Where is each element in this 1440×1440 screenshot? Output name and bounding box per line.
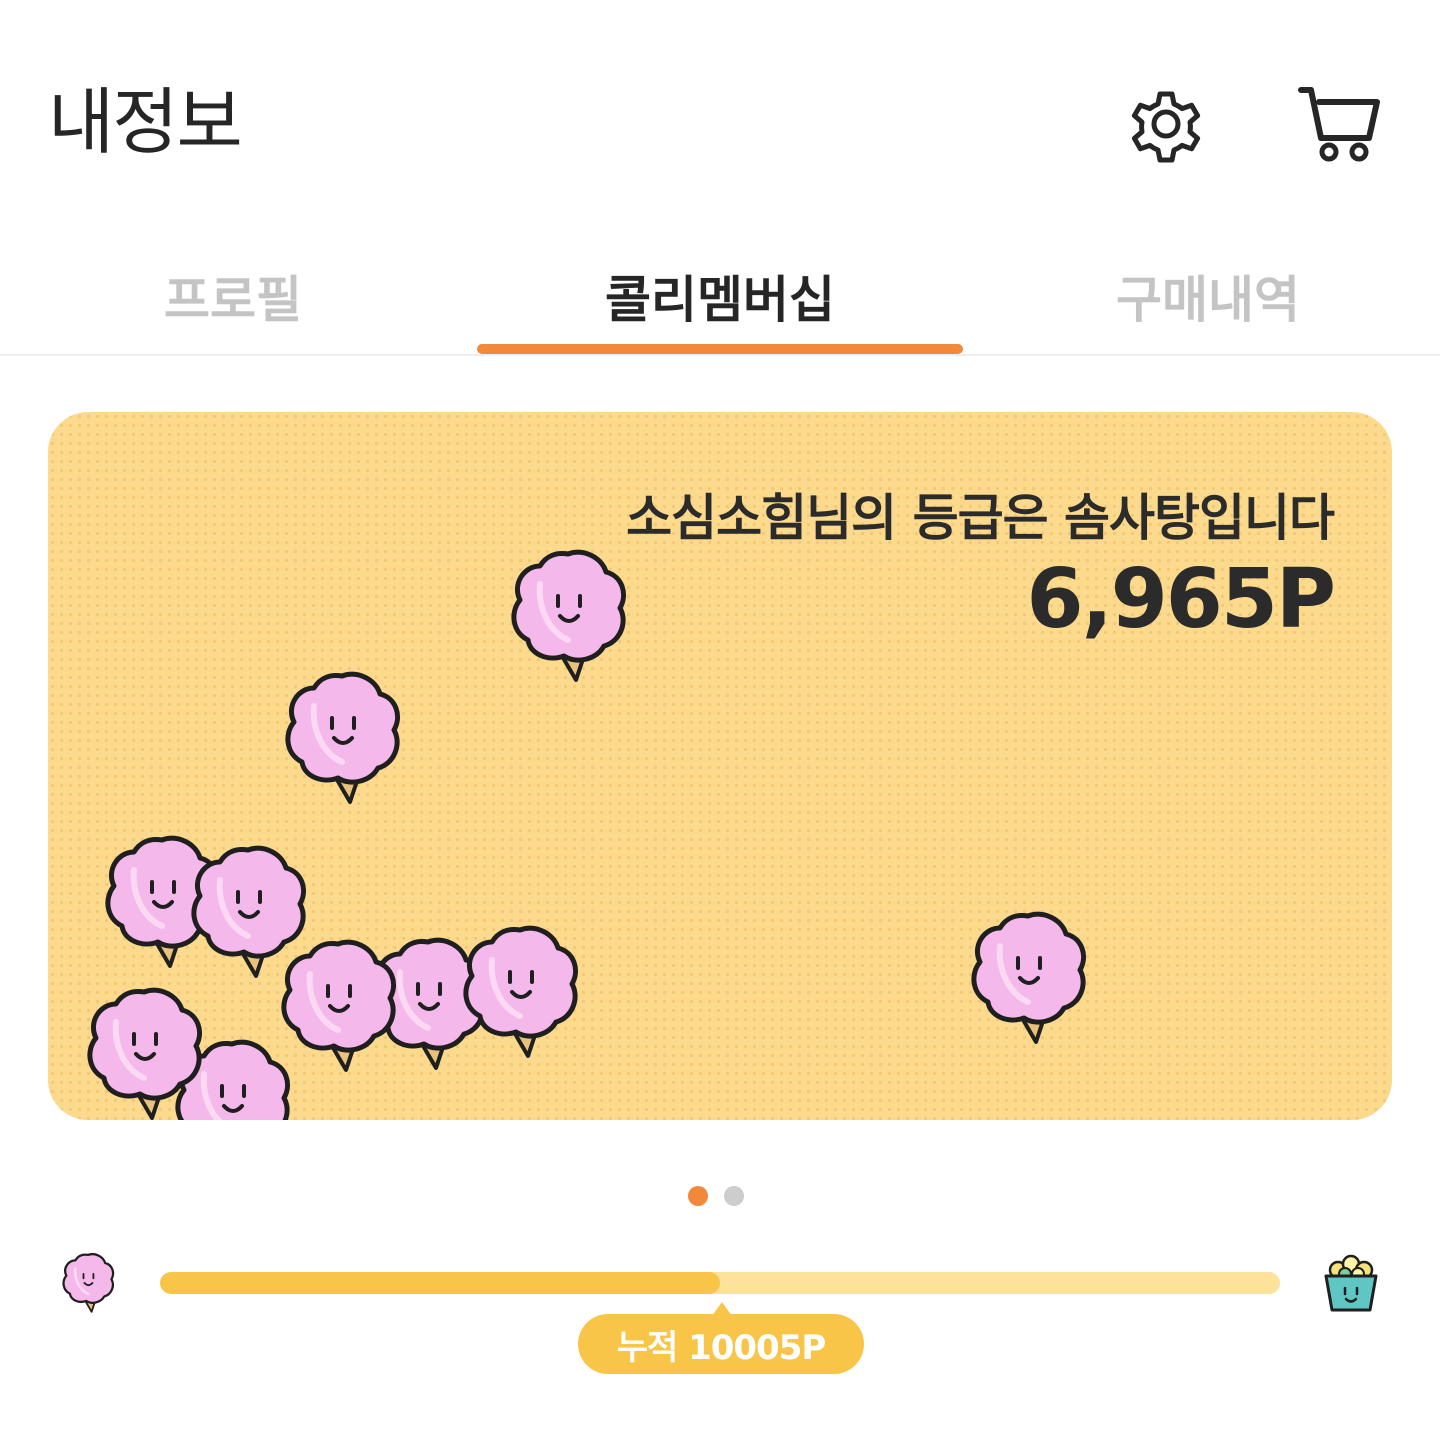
tab-bar: 프로필 콜리멤버십 구매내역 bbox=[0, 238, 1440, 356]
grade-progress-bar bbox=[160, 1272, 1280, 1294]
tab-profile[interactable]: 프로필 bbox=[0, 238, 466, 354]
grade-progress-fill bbox=[160, 1272, 720, 1294]
tab-purchase-history[interactable]: 구매내역 bbox=[976, 238, 1440, 354]
carousel-dot-1[interactable] bbox=[688, 1186, 708, 1206]
accumulated-points-label: 누적 10005P bbox=[578, 1314, 864, 1374]
active-tab-indicator bbox=[477, 344, 963, 354]
popcorn-icon bbox=[1324, 1254, 1378, 1312]
settings-button[interactable] bbox=[1118, 76, 1214, 172]
cart-icon bbox=[1298, 87, 1380, 162]
cart-button[interactable] bbox=[1292, 76, 1388, 172]
carousel-pagination bbox=[688, 1186, 744, 1206]
grade-message: 소심소힘님의 등급은 솜사탕입니다 bbox=[626, 489, 1335, 547]
points-balance: 6,965P bbox=[1026, 552, 1336, 647]
cotton-candy-icon bbox=[458, 920, 582, 1060]
settings-icon bbox=[1131, 91, 1201, 163]
carousel-dot-2[interactable] bbox=[724, 1186, 744, 1206]
cotton-candy-icon bbox=[506, 544, 630, 684]
cotton-candy-icon bbox=[280, 666, 404, 806]
cotton-candy-icon bbox=[82, 982, 206, 1120]
tab-membership[interactable]: 콜리멤버십 bbox=[478, 238, 962, 354]
cotton-candy-icon bbox=[60, 1250, 116, 1314]
membership-page: 내정보 프로필 콜리멤버십 구매내역 소심소힘님의 등급은 솜사탕입니다 6,9… bbox=[0, 0, 1440, 1440]
page-title: 내정보 bbox=[48, 80, 243, 164]
cotton-candy-icon bbox=[276, 934, 400, 1074]
membership-card[interactable]: 소심소힘님의 등급은 솜사탕입니다 6,965P bbox=[48, 412, 1392, 1120]
cotton-candy-icon bbox=[966, 906, 1090, 1046]
